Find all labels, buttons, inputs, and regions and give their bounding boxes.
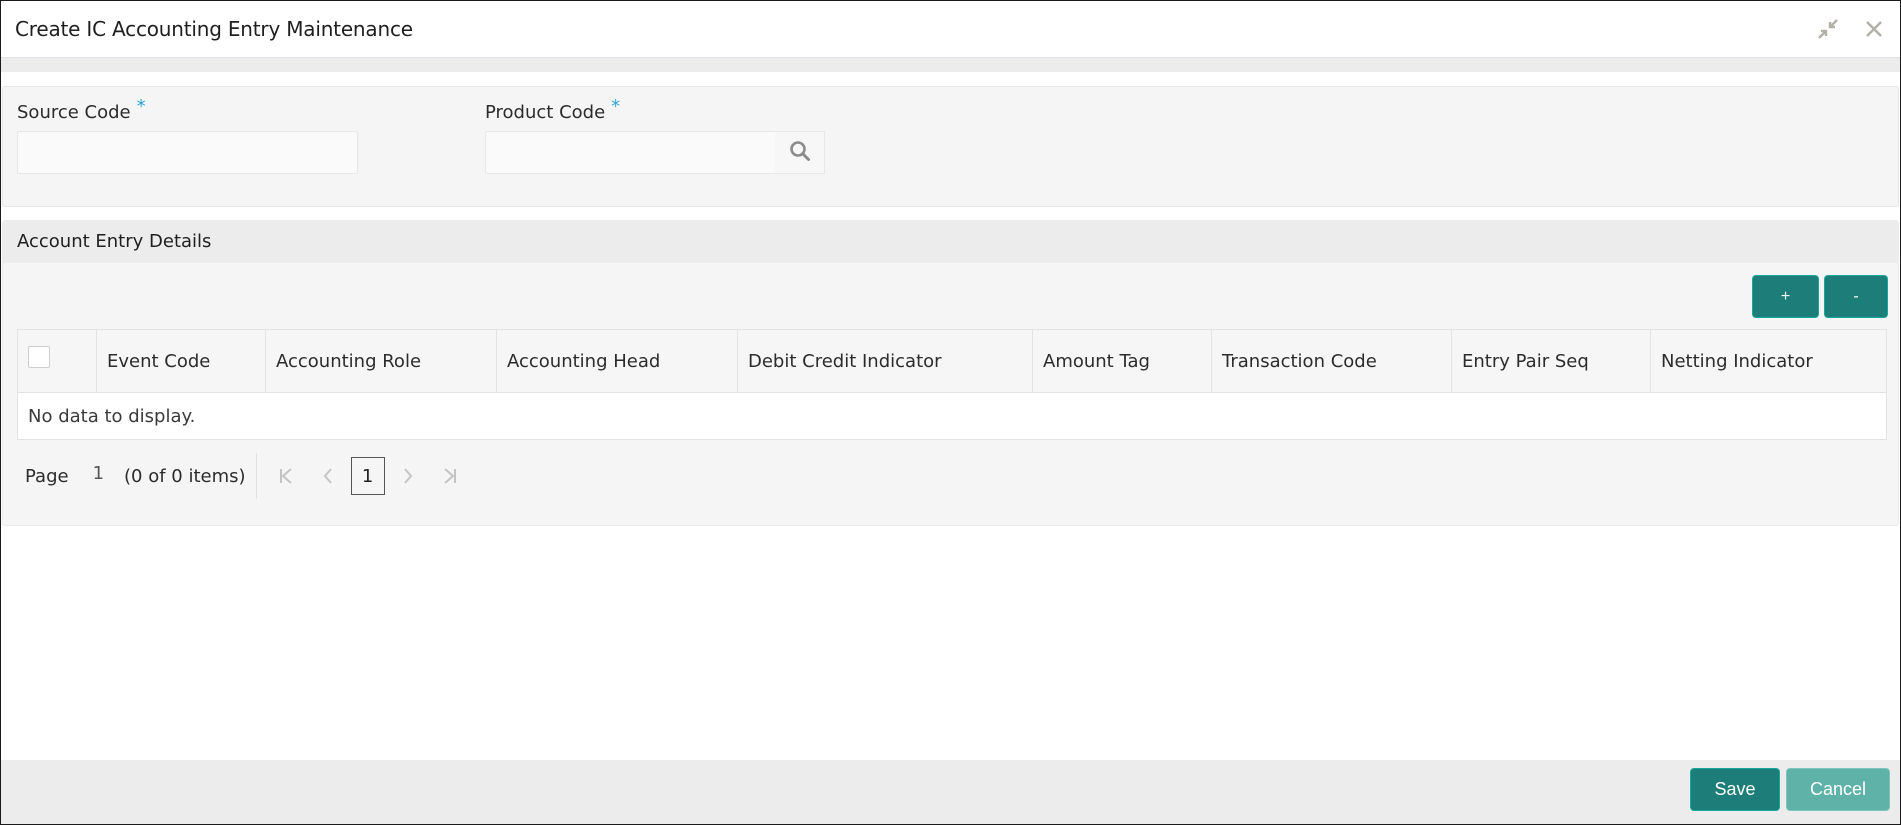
save-button[interactable]: Save [1690, 768, 1780, 811]
product-code-label: Product Code * [485, 96, 620, 123]
page-title: Create IC Accounting Entry Maintenance [15, 17, 413, 41]
page-label: Page [25, 465, 69, 487]
previous-page-icon[interactable] [313, 468, 343, 484]
close-icon[interactable] [1862, 17, 1886, 41]
source-code-label-text: Source Code [17, 102, 131, 123]
empty-table-message: No data to display. [28, 405, 196, 427]
column-header-entry-pair-seq[interactable]: Entry Pair Seq [1452, 330, 1651, 392]
header-form-panel: Source Code * Product Code * [2, 86, 1899, 207]
items-count: (0 of 0 items) [124, 465, 246, 487]
product-code-label-text: Product Code [485, 102, 606, 123]
modal-window: Create IC Accounting Entry Maintenance S… [0, 0, 1901, 825]
window-controls [1816, 17, 1886, 41]
column-header-event-code[interactable]: Event Code [97, 330, 266, 392]
cancel-button[interactable]: Cancel [1786, 768, 1890, 811]
account-entry-details-section: Account Entry Details + - Event Code Acc… [2, 220, 1899, 526]
column-header-transaction-code[interactable]: Transaction Code [1212, 330, 1452, 392]
last-page-icon[interactable] [435, 468, 465, 484]
header-divider-strip [1, 58, 1900, 72]
current-page-button[interactable]: 1 [350, 457, 385, 495]
source-code-label: Source Code * [17, 96, 146, 123]
account-entry-table: Event Code Accounting Role Accounting He… [17, 329, 1887, 440]
column-header-amount-tag[interactable]: Amount Tag [1033, 330, 1212, 392]
page-number-input[interactable]: 1 [93, 463, 104, 484]
title-bar: Create IC Accounting Entry Maintenance [1, 1, 1900, 58]
required-indicator: * [136, 96, 146, 117]
column-header-accounting-head[interactable]: Accounting Head [497, 330, 738, 392]
column-header-debit-credit-indicator[interactable]: Debit Credit Indicator [738, 330, 1033, 392]
remove-row-button[interactable]: - [1824, 275, 1888, 318]
first-page-icon[interactable] [271, 468, 301, 484]
column-header-netting-indicator[interactable]: Netting Indicator [1651, 330, 1886, 392]
section-title: Account Entry Details [17, 231, 212, 252]
column-header-accounting-role[interactable]: Accounting Role [266, 330, 497, 392]
select-all-checkbox[interactable] [28, 346, 50, 368]
pagination-divider [255, 453, 257, 499]
select-all-cell [18, 330, 97, 392]
table-header: Event Code Accounting Role Accounting He… [18, 330, 1886, 393]
product-code-lookup-button[interactable] [775, 131, 825, 174]
minimize-icon[interactable] [1816, 17, 1840, 41]
search-icon [789, 140, 811, 166]
source-code-input[interactable] [17, 131, 358, 174]
next-page-icon[interactable] [393, 468, 423, 484]
footer-bar: Save Cancel [1, 760, 1900, 824]
section-header: Account Entry Details [3, 221, 1898, 263]
pagination: Page 1 (0 of 0 items) 1 [17, 451, 465, 501]
add-row-button[interactable]: + [1752, 275, 1819, 318]
product-code-input[interactable] [485, 131, 775, 174]
required-indicator: * [611, 96, 621, 117]
